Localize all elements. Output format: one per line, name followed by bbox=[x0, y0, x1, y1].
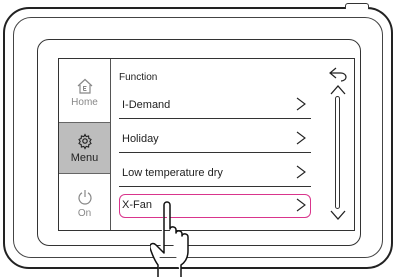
list-item-low-temperature-dry[interactable]: Low temperature dry bbox=[119, 160, 311, 187]
list-item-label: Holiday bbox=[122, 133, 159, 145]
nav-power[interactable]: On bbox=[59, 177, 110, 230]
divider bbox=[119, 118, 311, 119]
nav-home[interactable]: Home bbox=[59, 66, 110, 119]
chevron-right-icon bbox=[296, 165, 306, 179]
page-title: Function bbox=[119, 72, 158, 83]
nav-home-label: Home bbox=[71, 97, 98, 108]
home-icon bbox=[76, 77, 94, 95]
scroll-down-icon[interactable] bbox=[329, 209, 347, 221]
chevron-right-icon bbox=[296, 198, 306, 212]
gear-icon bbox=[76, 132, 94, 150]
scroll-column bbox=[320, 59, 354, 230]
chevron-right-icon bbox=[296, 97, 306, 111]
scroll-up-icon[interactable] bbox=[329, 84, 347, 96]
nav-menu[interactable]: Menu bbox=[59, 122, 110, 174]
back-arrow-icon[interactable] bbox=[328, 66, 348, 82]
scrollbar[interactable] bbox=[335, 96, 340, 209]
function-panel: Function I-Demand Holiday Low temperatur… bbox=[111, 59, 355, 230]
nav-power-label: On bbox=[77, 208, 92, 219]
side-nav: Home Menu On bbox=[59, 59, 111, 230]
power-icon bbox=[76, 188, 94, 206]
list-item-label: I-Demand bbox=[122, 99, 171, 111]
list-item-label: X-Fan bbox=[122, 199, 152, 211]
bezel-gap bbox=[134, 42, 239, 43]
divider bbox=[119, 152, 311, 153]
list-item-label: Low temperature dry bbox=[122, 167, 223, 179]
device-top-button bbox=[345, 3, 369, 9]
controller-illustration: Home Menu On Function I-Demand Holiday L… bbox=[0, 0, 398, 277]
list-item-i-demand[interactable]: I-Demand bbox=[119, 92, 311, 119]
list-item-holiday[interactable]: Holiday bbox=[119, 126, 311, 153]
chevron-right-icon bbox=[296, 131, 306, 145]
nav-menu-label: Menu bbox=[70, 152, 99, 164]
list-item-x-fan[interactable]: X-Fan bbox=[119, 194, 311, 218]
hand-pointer-icon bbox=[150, 201, 189, 277]
divider bbox=[119, 186, 311, 187]
